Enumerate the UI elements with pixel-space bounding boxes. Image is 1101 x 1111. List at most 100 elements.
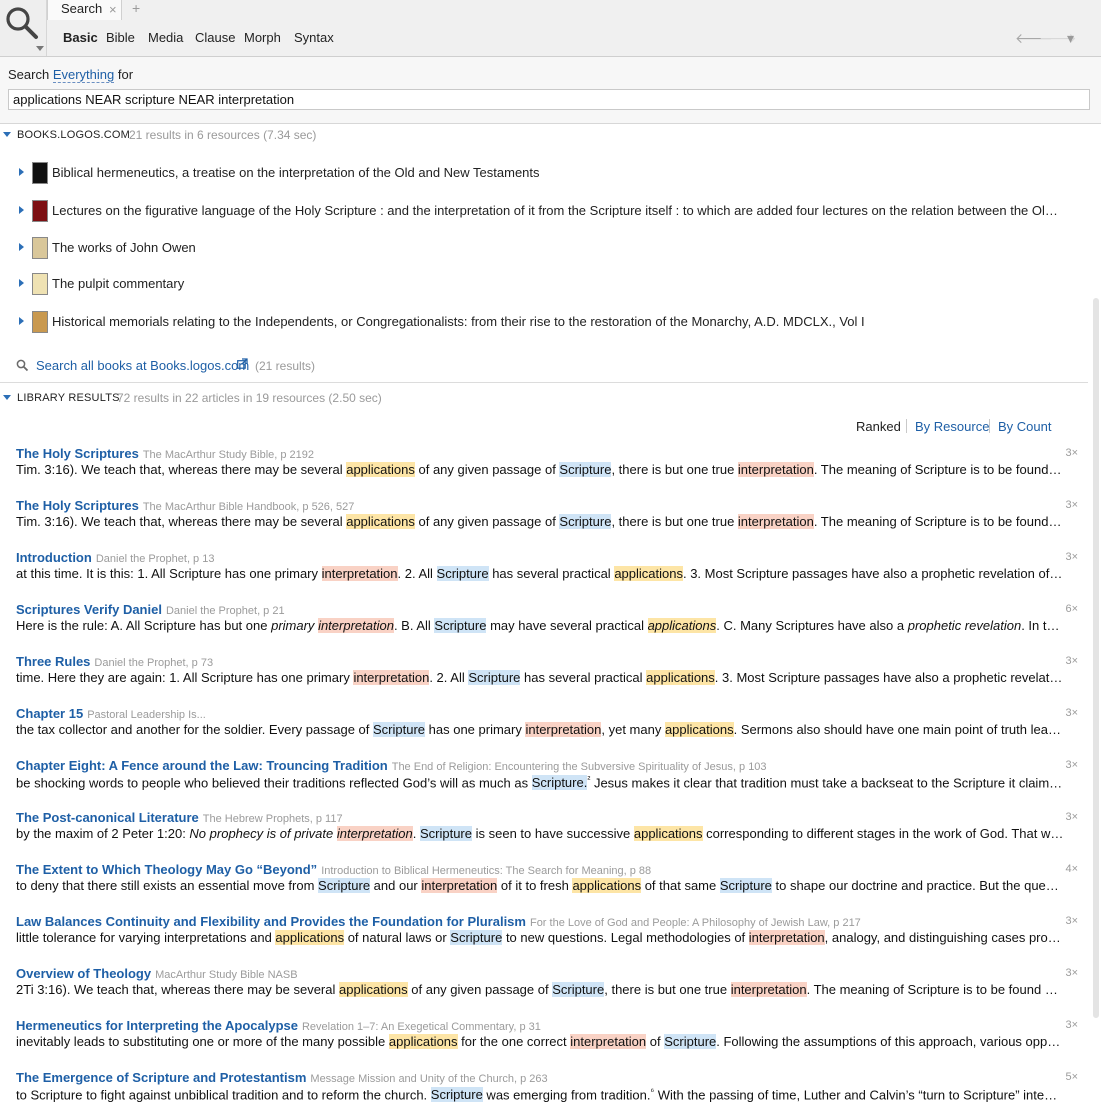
search-menu-button[interactable] xyxy=(0,0,47,56)
book-title[interactable]: Biblical hermeneutics, a treatise on the… xyxy=(52,165,1064,180)
search-hit-highlight: Scripture xyxy=(552,982,605,997)
result-heading: The Holy Scriptures The MacArthur Study B… xyxy=(16,446,1056,461)
result-title-link[interactable]: Overview of Theology xyxy=(16,966,151,981)
expand-arrow-icon[interactable] xyxy=(19,317,24,325)
result-source[interactable]: Pastoral Leadership Is... xyxy=(87,709,206,721)
book-title[interactable]: Historical memorials relating to the Ind… xyxy=(52,314,1064,329)
library-result-item[interactable]: Chapter Eight: A Fence around the Law: T… xyxy=(16,758,1080,802)
result-title-link[interactable]: Chapter 15 xyxy=(16,706,83,721)
book-title[interactable]: The works of John Owen xyxy=(52,240,1064,255)
book-result-row[interactable]: Historical memorials relating to the Ind… xyxy=(0,311,1090,333)
snippet-text: at this time. It is this: 1. All Scriptu… xyxy=(16,566,322,581)
result-source[interactable]: Daniel the Prophet, p 21 xyxy=(166,605,285,617)
result-snippet[interactable]: be shocking words to people who believed… xyxy=(16,774,1064,791)
search-all-label[interactable]: Search all books at Books.logos.com xyxy=(36,358,249,373)
snippet-text: has several practical xyxy=(488,566,615,581)
book-result-row[interactable]: Lectures on the figurative language of t… xyxy=(0,200,1090,222)
library-result-item[interactable]: The Holy Scriptures The MacArthur Bible H… xyxy=(16,498,1080,542)
result-snippet[interactable]: 2Ti 3:16). We teach that, whereas there … xyxy=(16,982,1064,997)
result-source[interactable]: The MacArthur Bible Handbook, p 526, 527 xyxy=(143,501,355,513)
result-title-link[interactable]: Hermeneutics for Interpreting the Apocal… xyxy=(16,1018,298,1033)
result-snippet[interactable]: by the maxim of 2 Peter 1:20: No prophec… xyxy=(16,826,1064,841)
expand-arrow-icon[interactable] xyxy=(19,243,24,251)
result-source[interactable]: The MacArthur Study Bible, p 2192 xyxy=(143,449,314,461)
result-snippet[interactable]: at this time. It is this: 1. All Scriptu… xyxy=(16,566,1064,581)
search-hit-highlight: Scripture xyxy=(318,878,371,893)
sort-by-resource[interactable]: By Resource xyxy=(915,419,989,434)
result-source[interactable]: MacArthur Study Bible NASB xyxy=(155,969,297,981)
result-title-link[interactable]: Law Balances Continuity and Flexibility … xyxy=(16,914,526,929)
result-source[interactable]: Message Mission and Unity of the Church,… xyxy=(310,1073,547,1085)
result-snippet[interactable]: the tax collector and another for the so… xyxy=(16,722,1064,737)
results-pane[interactable]: BOOKS.LOGOS.COM 21 results in 6 resource… xyxy=(0,124,1101,1111)
result-source[interactable]: Daniel the Prophet, p 13 xyxy=(96,553,215,565)
library-result-item[interactable]: The Extent to Which Theology May Go “Bey… xyxy=(16,862,1080,906)
result-snippet[interactable]: Tim. 3:16). We teach that, whereas there… xyxy=(16,462,1064,477)
book-result-row[interactable]: Biblical hermeneutics, a treatise on the… xyxy=(0,162,1090,184)
sort-ranked[interactable]: Ranked xyxy=(856,419,901,434)
query-prefix: Search xyxy=(8,67,50,82)
search-input[interactable] xyxy=(8,89,1090,110)
library-result-item[interactable]: Three Rules Daniel the Prophet, p 73 3× tim… xyxy=(16,654,1080,698)
search-hit-highlight: applications xyxy=(346,462,415,477)
search-scope-dropdown[interactable]: Everything xyxy=(52,67,115,83)
tab-syntax[interactable]: Syntax xyxy=(294,30,334,45)
expand-triangle-icon[interactable] xyxy=(3,395,11,400)
result-snippet[interactable]: Tim. 3:16). We teach that, whereas there… xyxy=(16,514,1064,529)
expand-triangle-icon[interactable] xyxy=(3,132,11,137)
sort-by-count[interactable]: By Count xyxy=(998,419,1051,434)
panel-menu-icon[interactable]: ▾ xyxy=(1067,31,1074,45)
tab-clause[interactable]: Clause xyxy=(195,30,235,45)
result-snippet[interactable]: to Scripture to fight against unbiblical… xyxy=(16,1086,1064,1103)
tab-media[interactable]: Media xyxy=(148,30,183,45)
snippet-text: little tolerance for varying interpretat… xyxy=(16,930,276,945)
tab-basic[interactable]: Basic xyxy=(63,30,98,45)
library-result-item[interactable]: Overview of Theology MacArthur Study Bibl… xyxy=(16,966,1080,1010)
book-title[interactable]: Lectures on the figurative language of t… xyxy=(52,203,1064,218)
library-result-item[interactable]: The Emergence of Scripture and Protestan… xyxy=(16,1070,1080,1111)
library-result-item[interactable]: Scriptures Verify Daniel Daniel the Proph… xyxy=(16,602,1080,646)
result-snippet[interactable]: to deny that there still exists an essen… xyxy=(16,878,1064,893)
library-result-item[interactable]: Chapter 15 Pastoral Leadership Is... 3× the… xyxy=(16,706,1080,750)
add-tab-icon[interactable]: + xyxy=(132,0,144,20)
close-icon[interactable]: × xyxy=(109,1,117,18)
tab-search[interactable]: Search × xyxy=(47,0,122,20)
library-result-item[interactable]: Hermeneutics for Interpreting the Apocal… xyxy=(16,1018,1080,1062)
book-result-row[interactable]: The pulpit commentary xyxy=(0,273,1090,295)
result-source[interactable]: Revelation 1–7: An Exegetical Commentary… xyxy=(302,1021,541,1033)
snippet-text: to Scripture to fight against unbiblical… xyxy=(16,1087,431,1103)
results-scrollbar[interactable] xyxy=(1093,298,1099,1018)
result-title-link[interactable]: The Post-canonical Literature xyxy=(16,810,199,825)
result-snippet[interactable]: time. Here they are again: 1. All Script… xyxy=(16,670,1064,685)
library-result-item[interactable]: The Post-canonical Literature The Hebrew … xyxy=(16,810,1080,854)
result-title-link[interactable]: Introduction xyxy=(16,550,92,565)
hit-count-badge: 3× xyxy=(1065,915,1078,927)
result-snippet[interactable]: Here is the rule: A. All Scripture has b… xyxy=(16,618,1064,633)
book-cover-thumbnail xyxy=(32,237,48,259)
result-source[interactable]: Introduction to Biblical Hermeneutics: T… xyxy=(321,865,651,877)
expand-arrow-icon[interactable] xyxy=(19,279,24,287)
result-title-link[interactable]: The Holy Scriptures xyxy=(16,498,139,513)
result-source[interactable]: The Hebrew Prophets, p 117 xyxy=(203,813,343,825)
tab-bible[interactable]: Bible xyxy=(106,30,135,45)
result-title-link[interactable]: Three Rules xyxy=(16,654,90,669)
result-title-link[interactable]: Scriptures Verify Daniel xyxy=(16,602,162,617)
result-snippet[interactable]: inevitably leads to substituting one or … xyxy=(16,1034,1064,1049)
result-title-link[interactable]: The Holy Scriptures xyxy=(16,446,139,461)
book-title[interactable]: The pulpit commentary xyxy=(52,276,1064,291)
library-result-item[interactable]: Introduction Daniel the Prophet, p 13 3× at… xyxy=(16,550,1080,594)
result-title-link[interactable]: The Emergence of Scripture and Protestan… xyxy=(16,1070,306,1085)
result-snippet[interactable]: little tolerance for varying interpretat… xyxy=(16,930,1064,945)
result-source[interactable]: Daniel the Prophet, p 73 xyxy=(94,657,213,669)
result-source[interactable]: For the Love of God and People: A Philos… xyxy=(530,917,861,929)
expand-arrow-icon[interactable] xyxy=(19,206,24,214)
search-hit-highlight: interpretation xyxy=(353,670,430,685)
result-title-link[interactable]: Chapter Eight: A Fence around the Law: T… xyxy=(16,758,388,773)
tab-morph[interactable]: Morph xyxy=(244,30,281,45)
result-title-link[interactable]: The Extent to Which Theology May Go “Bey… xyxy=(16,862,317,877)
result-source[interactable]: The End of Religion: Encountering the Su… xyxy=(392,761,767,773)
library-result-item[interactable]: Law Balances Continuity and Flexibility … xyxy=(16,914,1080,958)
book-result-row[interactable]: The works of John Owen xyxy=(0,237,1090,259)
expand-arrow-icon[interactable] xyxy=(19,168,24,176)
library-result-item[interactable]: The Holy Scriptures The MacArthur Study B… xyxy=(16,446,1080,490)
